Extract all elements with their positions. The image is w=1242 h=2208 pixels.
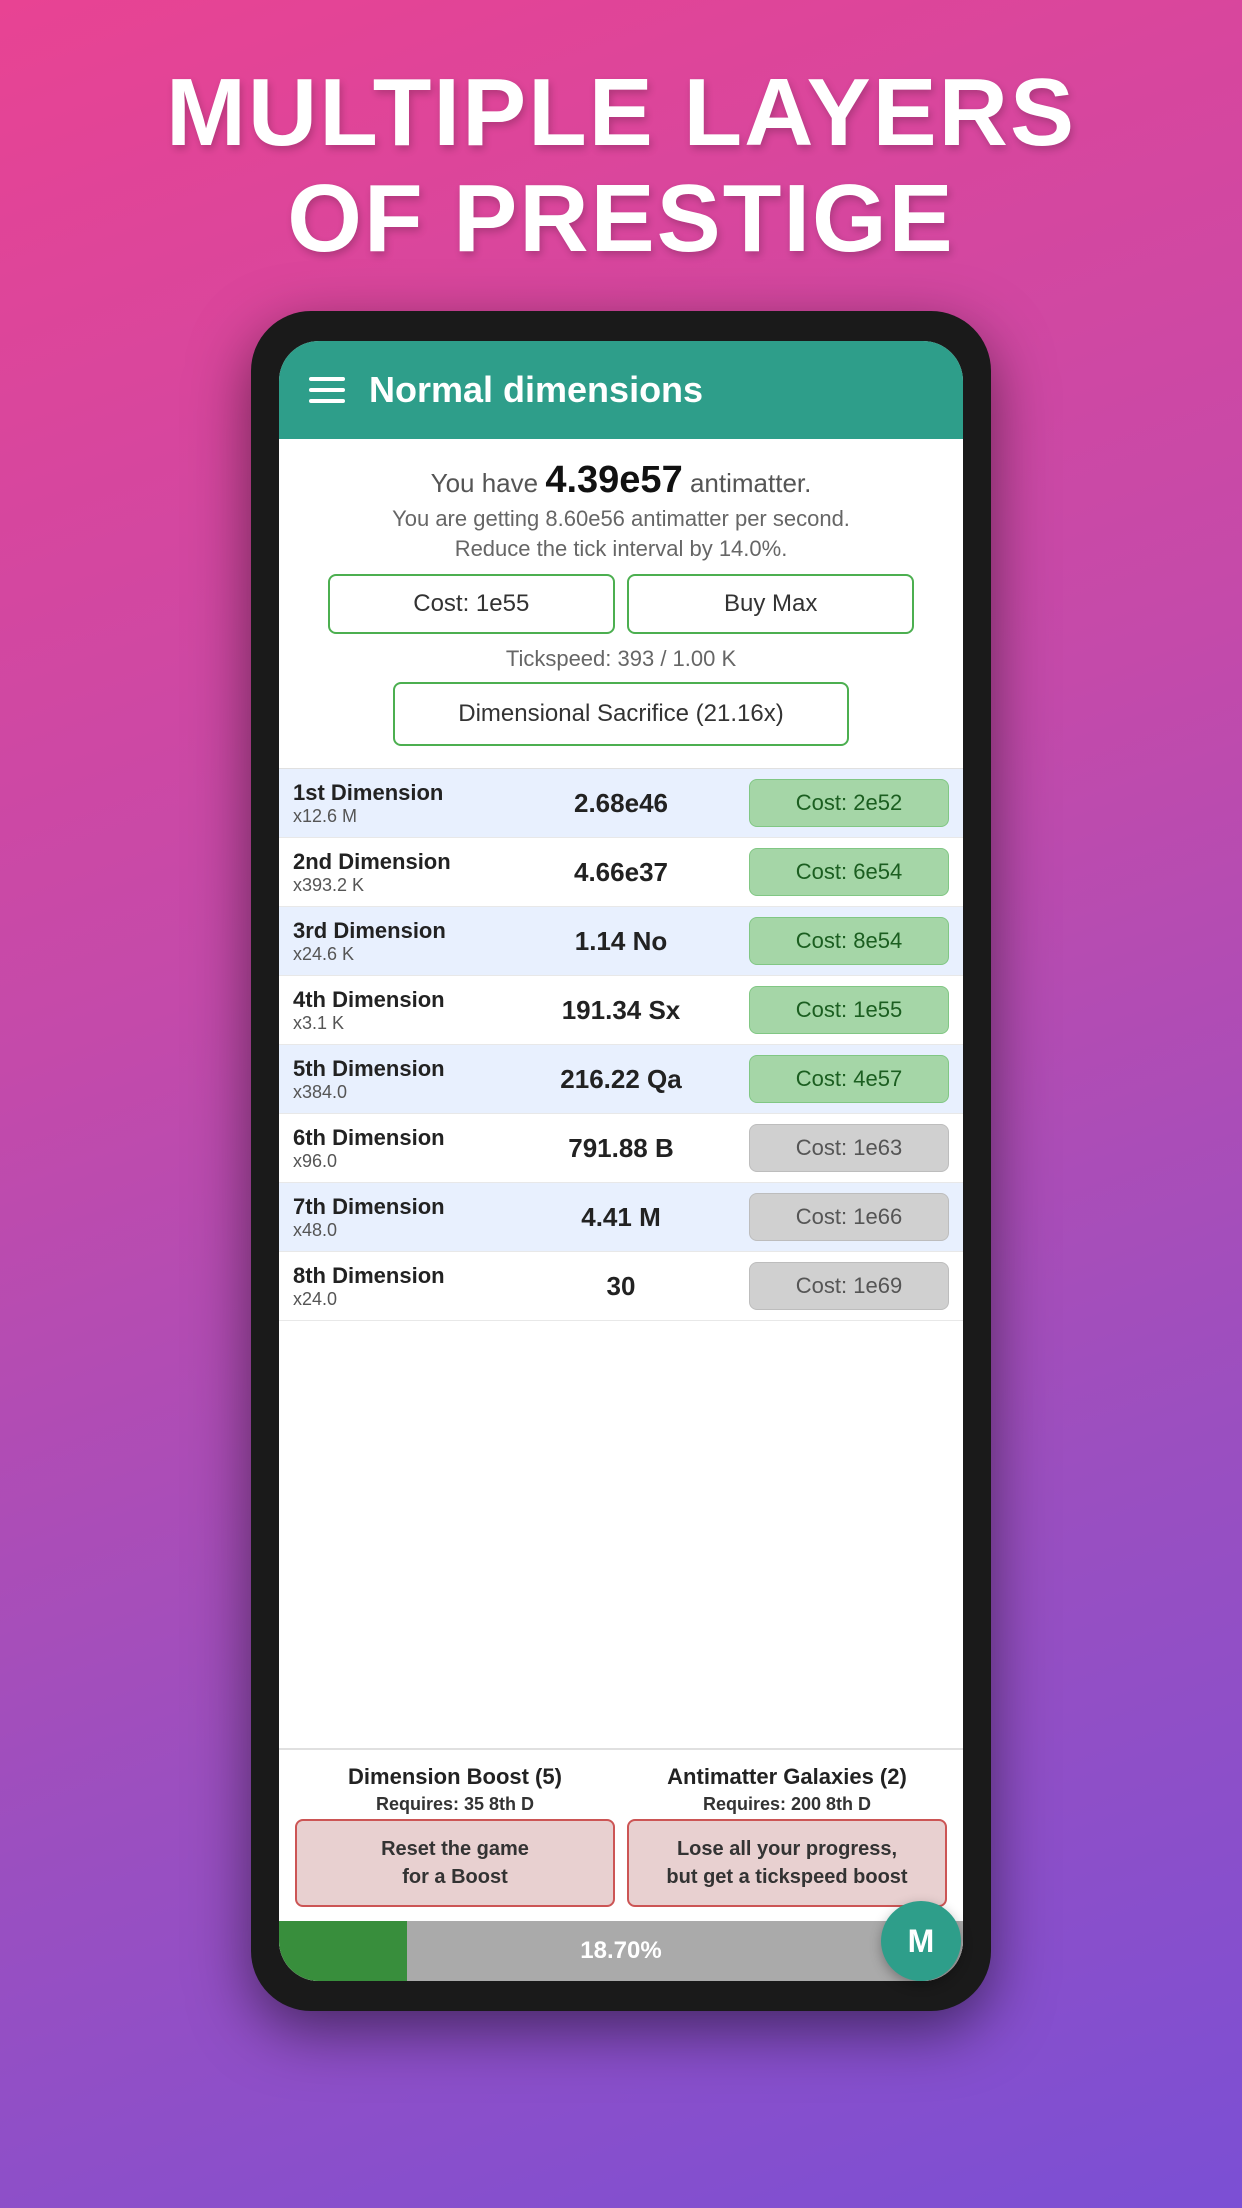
galaxy-button[interactable]: Lose all your progress,but get a tickspe… (627, 1819, 947, 1907)
dim-cost-button[interactable]: Cost: 2e52 (749, 779, 949, 827)
table-row: 8th Dimension x24.0 30 Cost: 1e69 (279, 1252, 963, 1321)
dim-amount: 4.41 M (493, 1202, 749, 1233)
dim-amount: 191.34 Sx (493, 995, 749, 1026)
cost-button[interactable]: Cost: 1e55 (328, 574, 615, 634)
dim-mult: x12.6 M (293, 806, 493, 827)
dim-cost-button[interactable]: Cost: 1e63 (749, 1124, 949, 1172)
dim-amount: 791.88 B (493, 1133, 749, 1164)
dim-label: 7th Dimension x48.0 (293, 1194, 493, 1241)
phone-screen: Normal dimensions You have 4.39e57 antim… (279, 341, 963, 1981)
dim-cost-button[interactable]: Cost: 6e54 (749, 848, 949, 896)
dim-cost-button[interactable]: Cost: 4e57 (749, 1055, 949, 1103)
antimatter-line: You have 4.39e57 antimatter. (295, 459, 947, 502)
dim-amount: 1.14 No (493, 926, 749, 957)
table-row: 6th Dimension x96.0 791.88 B Cost: 1e63 (279, 1114, 963, 1183)
headline-line1: MULTIPLE LAYERS (166, 59, 1076, 166)
dim-name: 2nd Dimension (293, 849, 493, 875)
prestige-section: Dimension Boost (5) Requires: 35 8th D R… (279, 1748, 963, 1921)
dim-cost-button[interactable]: Cost: 1e66 (749, 1193, 949, 1241)
dim-label: 6th Dimension x96.0 (293, 1125, 493, 1172)
dim-mult: x384.0 (293, 1082, 493, 1103)
dim-mult: x96.0 (293, 1151, 493, 1172)
dim-cost-button[interactable]: Cost: 1e55 (749, 986, 949, 1034)
table-row: 5th Dimension x384.0 216.22 Qa Cost: 4e5… (279, 1045, 963, 1114)
antimatter-value: 4.39e57 (545, 459, 682, 501)
galaxy-title: Antimatter Galaxies (2) (667, 1764, 907, 1790)
content-area: You have 4.39e57 antimatter. You are get… (279, 439, 963, 1981)
dim-name: 5th Dimension (293, 1056, 493, 1082)
dim-cost-button[interactable]: Cost: 8e54 (749, 917, 949, 965)
dim-amount: 2.68e46 (493, 788, 749, 819)
tickspeed-buttons: Cost: 1e55 Buy Max (328, 574, 915, 634)
dim-amount: 4.66e37 (493, 857, 749, 888)
dim-label: 3rd Dimension x24.6 K (293, 918, 493, 965)
per-second-text: You are getting 8.60e56 antimatter per s… (295, 506, 947, 532)
dim-name: 8th Dimension (293, 1263, 493, 1289)
dim-mult: x24.0 (293, 1289, 493, 1310)
menu-icon[interactable] (309, 377, 345, 403)
dim-name: 3rd Dimension (293, 918, 493, 944)
app-title: Normal dimensions (369, 369, 703, 411)
dim-mult: x3.1 K (293, 1013, 493, 1034)
phone-mockup: Normal dimensions You have 4.39e57 antim… (251, 311, 991, 2011)
dim-amount: 216.22 Qa (493, 1064, 749, 1095)
dim-name: 7th Dimension (293, 1194, 493, 1220)
table-row: 1st Dimension x12.6 M 2.68e46 Cost: 2e52 (279, 769, 963, 838)
dim-cost-button[interactable]: Cost: 1e69 (749, 1262, 949, 1310)
dim-amount: 30 (493, 1271, 749, 1302)
tickspeed-info: Tickspeed: 393 / 1.00 K (295, 646, 947, 672)
dim-name: 6th Dimension (293, 1125, 493, 1151)
dimensions-table: 1st Dimension x12.6 M 2.68e46 Cost: 2e52… (279, 769, 963, 1748)
dim-mult: x393.2 K (293, 875, 493, 896)
dim-label: 4th Dimension x3.1 K (293, 987, 493, 1034)
progress-bar-section: 18.70% (279, 1921, 963, 1981)
progress-text: 18.70% (279, 1937, 963, 1965)
table-row: 2nd Dimension x393.2 K 4.66e37 Cost: 6e5… (279, 838, 963, 907)
sacrifice-wrap: Dimensional Sacrifice (21.16x) (295, 682, 947, 746)
dim-label: 1st Dimension x12.6 M (293, 780, 493, 827)
dim-label: 2nd Dimension x393.2 K (293, 849, 493, 896)
boost-title: Dimension Boost (5) (348, 1764, 562, 1790)
antimatter-label: antimatter. (690, 468, 811, 498)
boost-req: Requires: 35 8th D (376, 1794, 534, 1815)
table-row: 7th Dimension x48.0 4.41 M Cost: 1e66 (279, 1183, 963, 1252)
table-row: 3rd Dimension x24.6 K 1.14 No Cost: 8e54 (279, 907, 963, 976)
you-have-label: You have (431, 468, 538, 498)
top-stats: You have 4.39e57 antimatter. You are get… (279, 439, 963, 769)
dim-mult: x48.0 (293, 1220, 493, 1241)
boost-button[interactable]: Reset the gamefor a Boost (295, 1819, 615, 1907)
app-bar: Normal dimensions (279, 341, 963, 439)
dim-label: 5th Dimension x384.0 (293, 1056, 493, 1103)
fab-button[interactable]: M (881, 1901, 961, 1981)
dim-label: 8th Dimension x24.0 (293, 1263, 493, 1310)
galaxy-req: Requires: 200 8th D (703, 1794, 871, 1815)
reduce-tick-text: Reduce the tick interval by 14.0%. (295, 536, 947, 562)
buy-max-button[interactable]: Buy Max (627, 574, 914, 634)
galaxy-card: Antimatter Galaxies (2) Requires: 200 8t… (627, 1764, 947, 1907)
dim-name: 1st Dimension (293, 780, 493, 806)
dim-name: 4th Dimension (293, 987, 493, 1013)
headline: MULTIPLE LAYERS OF PRESTIGE (106, 0, 1136, 311)
sacrifice-button[interactable]: Dimensional Sacrifice (21.16x) (393, 682, 849, 746)
dim-mult: x24.6 K (293, 944, 493, 965)
headline-line2: OF PRESTIGE (287, 165, 954, 272)
boost-card: Dimension Boost (5) Requires: 35 8th D R… (295, 1764, 615, 1907)
table-row: 4th Dimension x3.1 K 191.34 Sx Cost: 1e5… (279, 976, 963, 1045)
